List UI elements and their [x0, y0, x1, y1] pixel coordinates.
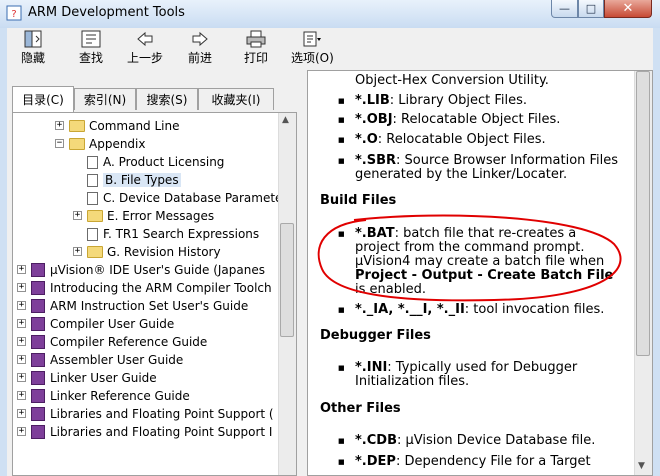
tree-item-label: E. Error Messages — [107, 209, 215, 223]
page-icon — [87, 227, 98, 241]
tab-index[interactable]: 索引(N) — [74, 88, 136, 110]
title-bar[interactable]: ? ARM Development Tools — □ ✕ — [0, 0, 660, 28]
svg-text:?: ? — [11, 9, 16, 20]
scroll-up-icon[interactable]: ▲ — [282, 115, 289, 125]
tree-item-label: Introducing the ARM Compiler Toolch — [50, 281, 272, 295]
list-item: *.LIB: Library Object Files. — [338, 94, 625, 109]
scroll-down-icon[interactable]: ▼ — [638, 461, 645, 471]
expand-icon[interactable]: + — [73, 211, 82, 220]
folder-icon — [69, 138, 85, 150]
folder-icon — [87, 210, 103, 222]
list-item-bat: *.BAT: batch file that re-creates a proj… — [338, 227, 625, 297]
list-item: *.O: Relocatable Object Files. — [338, 133, 625, 148]
forward-arrow-icon — [192, 31, 208, 47]
tab-contents[interactable]: 目录(C) — [12, 86, 74, 112]
navigation-pane: 目录(C) 索引(N) 搜索(S) 收藏夹(I) + Command Line − A… — [7, 70, 301, 476]
expand-icon[interactable]: + — [73, 247, 82, 256]
tree-item-label: B. File Types — [103, 173, 181, 187]
contents-tree[interactable]: + Command Line − Appendix A. Product Licensi… — [12, 112, 297, 476]
expand-icon[interactable]: + — [17, 409, 26, 418]
page-icon — [87, 155, 98, 169]
tree-item-label: G. Revision History — [107, 245, 221, 259]
nav-tabs: 目录(C) 索引(N) 搜索(S) 收藏夹(I) — [12, 86, 297, 112]
tree-item-label: C. Device Database Paramete — [103, 191, 283, 205]
book-icon — [31, 407, 45, 421]
book-icon — [31, 317, 45, 331]
topic-scroll-thumb[interactable] — [636, 71, 650, 356]
book-icon — [31, 335, 45, 349]
window-title: ARM Development Tools — [28, 5, 185, 20]
toolbar: 隐藏 查找 上一步 前进 打印 选项(O) — [7, 28, 653, 71]
list-item-dep: *.DEP: Dependency File for a Target — [338, 455, 625, 470]
folder-icon — [87, 246, 103, 258]
find-button[interactable]: 查找 — [79, 30, 103, 66]
book-icon — [31, 281, 45, 295]
app-help-icon: ? — [6, 5, 22, 21]
hide-icon — [24, 30, 42, 48]
expand-icon[interactable]: + — [17, 319, 26, 328]
tree-item-label: ARM Instruction Set User's Guide — [50, 299, 249, 313]
options-button[interactable]: 选项(O) — [291, 30, 334, 66]
tree-item-label: Linker User Guide — [50, 371, 157, 385]
expand-icon[interactable]: + — [17, 337, 26, 346]
tree-scrollbar[interactable]: ▲ — [278, 113, 296, 475]
list-item: Object-Hex Conversion Utility. — [355, 73, 549, 88]
expand-icon[interactable]: + — [17, 373, 26, 382]
maximize-button[interactable]: □ — [578, 0, 604, 18]
print-button[interactable]: 打印 — [244, 30, 268, 66]
back-button[interactable]: 上一步 — [127, 30, 163, 66]
tree-item-label: Linker Reference Guide — [50, 389, 190, 403]
topic-pane[interactable]: Object-Hex Conversion Utility. *.LIB: Li… — [307, 70, 653, 476]
expand-icon[interactable]: + — [17, 427, 26, 436]
tab-search[interactable]: 搜索(S) — [136, 88, 198, 110]
list-item-ini: *.INI: Typically used for Debugger Initi… — [338, 361, 625, 389]
minimize-button[interactable]: — — [551, 0, 578, 18]
expand-icon[interactable]: + — [55, 121, 64, 130]
forward-button[interactable]: 前进 — [188, 30, 212, 66]
book-icon — [31, 353, 45, 367]
expand-icon[interactable]: + — [17, 283, 26, 292]
tree-item-label: Compiler Reference Guide — [50, 335, 208, 349]
folder-icon — [69, 120, 85, 132]
book-icon — [31, 425, 45, 439]
content-area: 目录(C) 索引(N) 搜索(S) 收藏夹(I) + Command Line − A… — [7, 70, 653, 476]
tree-item-label: Assembler User Guide — [50, 353, 184, 367]
tree-scroll-thumb[interactable] — [280, 223, 294, 337]
list-item: *.OBJ: Relocatable Object Files. — [338, 113, 625, 128]
find-icon — [81, 30, 101, 48]
tree-item-label: Appendix — [89, 137, 146, 151]
tree-item-label: Command Line — [89, 119, 180, 133]
heading-build-files: Build Files — [320, 193, 397, 208]
book-icon — [31, 263, 45, 277]
tree-item-label: F. TR1 Search Expressions — [103, 227, 260, 241]
book-icon — [31, 299, 45, 313]
list-item-ia: *._IA, *.__I, *._II: tool invocation fil… — [338, 303, 625, 318]
printer-icon — [246, 30, 266, 48]
book-icon — [31, 371, 45, 385]
heading-debugger-files: Debugger Files — [320, 328, 431, 343]
list-item-cdb: *.CDB: µVision Device Database file. — [338, 434, 625, 449]
tree-item-label: A. Product Licensing — [103, 155, 225, 169]
expand-icon[interactable]: + — [17, 265, 26, 274]
hide-button[interactable]: 隐藏 — [21, 30, 45, 66]
book-icon — [31, 389, 45, 403]
close-button[interactable]: ✕ — [604, 0, 652, 18]
back-arrow-icon — [137, 31, 153, 47]
collapse-icon[interactable]: − — [55, 139, 64, 148]
tree-item-label: Libraries and Floating Point Support ( — [50, 407, 274, 421]
tree-item-label: Libraries and Floating Point Support I — [50, 425, 273, 439]
list-item: *.SBR: Source Browser Information Files … — [338, 154, 625, 182]
expand-icon[interactable]: + — [17, 355, 26, 364]
page-icon — [87, 173, 98, 187]
expand-icon[interactable]: + — [17, 301, 26, 310]
heading-other-files: Other Files — [320, 401, 401, 416]
tab-favorites[interactable]: 收藏夹(I) — [198, 88, 274, 110]
expand-icon[interactable]: + — [17, 391, 26, 400]
tree-item-label: µVision® IDE User's Guide (Japanes — [50, 263, 265, 277]
tree-item-label: Compiler User Guide — [50, 317, 175, 331]
page-icon — [87, 191, 98, 205]
topic-scrollbar[interactable]: ▼ — [634, 71, 652, 475]
help-window: ? ARM Development Tools — □ ✕ 隐藏 查找 上一步 … — [0, 0, 660, 476]
options-icon — [303, 31, 322, 47]
